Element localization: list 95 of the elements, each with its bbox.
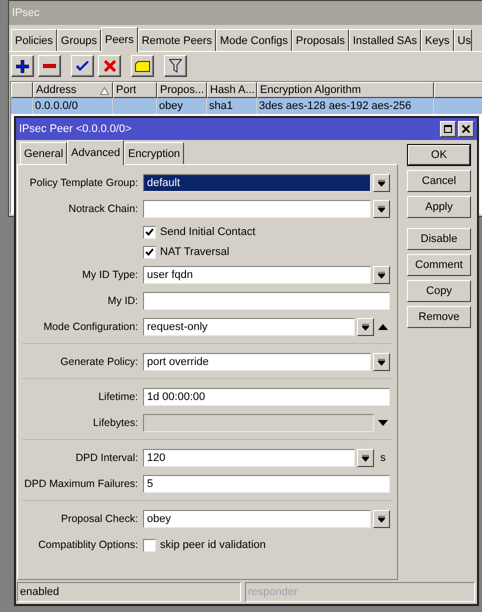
- checkbox[interactable]: [143, 246, 156, 258]
- dialog-button[interactable]: Cancel: [407, 170, 471, 192]
- dialog-button[interactable]: Comment: [407, 254, 471, 276]
- maximize-button[interactable]: [440, 121, 456, 137]
- field-label: DPD Maximum Failures:: [23, 478, 139, 490]
- field-label: My ID Type:: [81, 269, 139, 281]
- remove-button[interactable]: [38, 55, 61, 77]
- status-field: enabled: [17, 582, 241, 602]
- dialog-button[interactable]: OK: [407, 144, 471, 166]
- maximize-icon: [444, 125, 452, 133]
- disable-button[interactable]: [98, 55, 121, 77]
- column-header[interactable]: Hash A...: [207, 82, 257, 98]
- field-label: Policy Template Group:: [28, 177, 139, 189]
- column-header[interactable]: Encryption Algorithm: [257, 82, 434, 98]
- tab[interactable]: General: [20, 142, 68, 164]
- plus-icon: [16, 60, 29, 72]
- tab[interactable]: Policies: [11, 29, 57, 51]
- dialog-button[interactable]: Apply: [407, 196, 471, 218]
- column-header[interactable]: Address: [33, 82, 113, 98]
- field-label: Generate Policy:: [59, 356, 139, 368]
- dropdown-field[interactable]: [143, 200, 371, 218]
- dropdown-button[interactable]: [357, 449, 374, 467]
- field-label: Lifetime:: [97, 391, 139, 403]
- close-icon: [462, 125, 470, 133]
- tab[interactable]: Proposals: [292, 29, 349, 51]
- dropdown-field[interactable]: request-only: [143, 318, 355, 336]
- dropdown-arrow-icon: [378, 516, 385, 522]
- checkmark-icon: [145, 248, 154, 256]
- checkbox-label: Send Initial Contact: [160, 226, 256, 238]
- tab[interactable]: Remote Peers: [138, 29, 216, 51]
- checkmark-icon: [145, 228, 154, 236]
- dropdown-button[interactable]: [373, 510, 390, 528]
- tab[interactable]: Keys: [421, 29, 454, 51]
- dropdown-button[interactable]: [373, 200, 390, 218]
- dropdown-button[interactable]: [373, 353, 390, 371]
- note-icon: [135, 60, 150, 72]
- dialog-button[interactable]: Copy: [407, 280, 471, 302]
- table-cell: sha1: [207, 98, 257, 114]
- checkbox-label: NAT Traversal: [160, 246, 230, 258]
- dialog-title: IPsec Peer <0.0.0.0/0>: [19, 123, 132, 135]
- dialog-button[interactable]: Remove: [407, 306, 471, 328]
- dropdown-field[interactable]: user fqdn: [143, 266, 371, 284]
- dropdown-arrow-icon: [378, 180, 385, 186]
- column-header[interactable]: [11, 82, 33, 98]
- collapse-triangle-icon[interactable]: [378, 324, 388, 330]
- cross-icon: [104, 60, 116, 72]
- dropdown-field[interactable]: default: [143, 174, 371, 192]
- window-title: IPsec: [9, 1, 482, 25]
- field-label: Notrack Chain:: [68, 203, 139, 215]
- tab[interactable]: Us: [454, 29, 472, 51]
- close-button[interactable]: [458, 121, 474, 137]
- field-label: My ID:: [106, 295, 139, 307]
- checkbox[interactable]: [143, 226, 156, 238]
- table-row[interactable]: 0.0.0.0/0 obey sha1 3des aes-128 aes-192 aes-256: [11, 98, 482, 114]
- filter-icon: [169, 59, 182, 73]
- dropdown-arrow-icon: [378, 206, 385, 212]
- dropdown-arrow-icon: [378, 272, 385, 278]
- dropdown-arrow-icon: [378, 358, 385, 366]
- tab[interactable]: Mode Configs: [216, 29, 292, 51]
- enable-button[interactable]: [71, 55, 94, 77]
- tab[interactable]: Groups: [56, 29, 101, 51]
- check-icon: [76, 60, 89, 72]
- field-label: Compatiblity Options:: [37, 539, 139, 551]
- table-cell: obey: [157, 98, 207, 114]
- minus-icon: [43, 64, 56, 68]
- dropdown-button[interactable]: [357, 318, 374, 336]
- input-field[interactable]: 1d 00:00:00: [143, 388, 390, 406]
- dropdown-arrow-icon: [362, 324, 369, 330]
- field-label: Mode Configuration:: [42, 321, 139, 333]
- column-header[interactable]: Port: [113, 82, 157, 98]
- dropdown-field[interactable]: 120: [143, 449, 355, 467]
- add-button[interactable]: [11, 55, 34, 77]
- dropdown-button[interactable]: [373, 174, 390, 192]
- tab[interactable]: Advanced: [67, 140, 124, 165]
- checkbox-label: skip peer id validation: [160, 539, 266, 551]
- checkbox[interactable]: [143, 538, 156, 552]
- tab[interactable]: Installed SAs: [348, 29, 422, 51]
- dialog-button[interactable]: Disable: [407, 228, 471, 250]
- dropdown-button[interactable]: [373, 266, 390, 284]
- comment-button[interactable]: [131, 55, 154, 77]
- input-field[interactable]: 5: [143, 475, 390, 493]
- field-label: DPD Interval:: [74, 452, 139, 464]
- dropdown-arrow-icon: [362, 454, 369, 462]
- unit-label: s: [380, 452, 386, 464]
- field-label: Lifebytes:: [92, 417, 139, 429]
- table-cell: 0.0.0.0/0: [33, 98, 113, 114]
- table-cell: 3des aes-128 aes-192 aes-256: [257, 98, 434, 114]
- input-field[interactable]: [143, 292, 390, 310]
- tab[interactable]: Peers: [100, 27, 138, 52]
- dropdown-field[interactable]: obey: [143, 510, 371, 528]
- column-header[interactable]: Propos...: [157, 82, 207, 98]
- field-label: Proposal Check:: [60, 513, 139, 525]
- dropdown-field[interactable]: port override: [143, 353, 371, 371]
- filter-button[interactable]: [164, 55, 187, 77]
- tab[interactable]: Encryption: [124, 142, 184, 164]
